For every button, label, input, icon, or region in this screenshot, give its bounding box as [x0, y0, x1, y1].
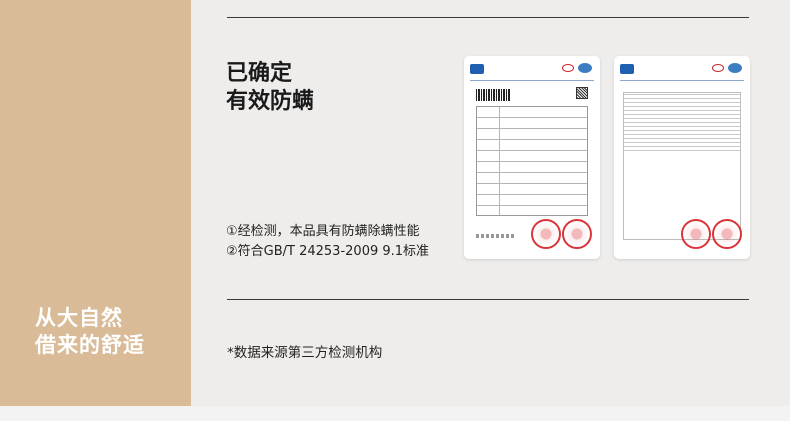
headline-line-1: 已确定: [226, 61, 293, 86]
red-seal-icon: [531, 219, 561, 249]
qr-code-icon: [576, 87, 588, 99]
headline: 已确定 有效防螨: [226, 60, 314, 116]
report-table: [476, 106, 588, 216]
top-divider: [227, 17, 749, 18]
red-seal-icon: [712, 219, 742, 249]
report-header: [620, 63, 744, 78]
data-source-footnote: *数据来源第三方检测机构: [227, 345, 383, 361]
bottom-strip: [0, 406, 790, 421]
accreditation-mark-icon: [728, 63, 742, 73]
accreditation-mark-icon: [578, 63, 592, 73]
test-report-document-icon: [464, 56, 600, 259]
headline-line-2: 有效防螨: [226, 89, 315, 114]
left-panel: 从大自然 借来的舒适: [0, 0, 191, 406]
left-slogan: 从大自然 借来的舒适: [35, 305, 185, 359]
signature-line: [476, 234, 516, 238]
feature-point-1: ①经检测，本品具有防螨除螨性能: [226, 224, 420, 239]
report-header-rule: [620, 80, 744, 81]
barcode-icon: [476, 89, 510, 101]
report-text-block: [624, 94, 740, 154]
report-header: [470, 63, 594, 78]
red-seal-icon: [681, 219, 711, 249]
feature-points: ①经检测，本品具有防螨除螨性能 ②符合GB/T 24253-2009 9.1标准: [226, 222, 429, 262]
test-report-document-icon: [614, 56, 750, 259]
slogan-line-2: 借来的舒适: [35, 333, 145, 357]
red-seal-icon: [562, 219, 592, 249]
certification-mark-icon: [712, 64, 724, 72]
feature-point-2: ②符合GB/T 24253-2009 9.1标准: [226, 244, 430, 259]
report-header-rule: [470, 80, 594, 81]
certification-mark-icon: [562, 64, 574, 72]
lab-logo-icon: [470, 64, 484, 74]
main-panel: 已确定 有效防螨 ①经检测，本品具有防螨除螨性能 ②符合GB/T 24253-2…: [191, 0, 790, 406]
lab-logo-icon: [620, 64, 634, 74]
slogan-line-1: 从大自然: [35, 306, 123, 330]
middle-divider: [227, 299, 749, 300]
